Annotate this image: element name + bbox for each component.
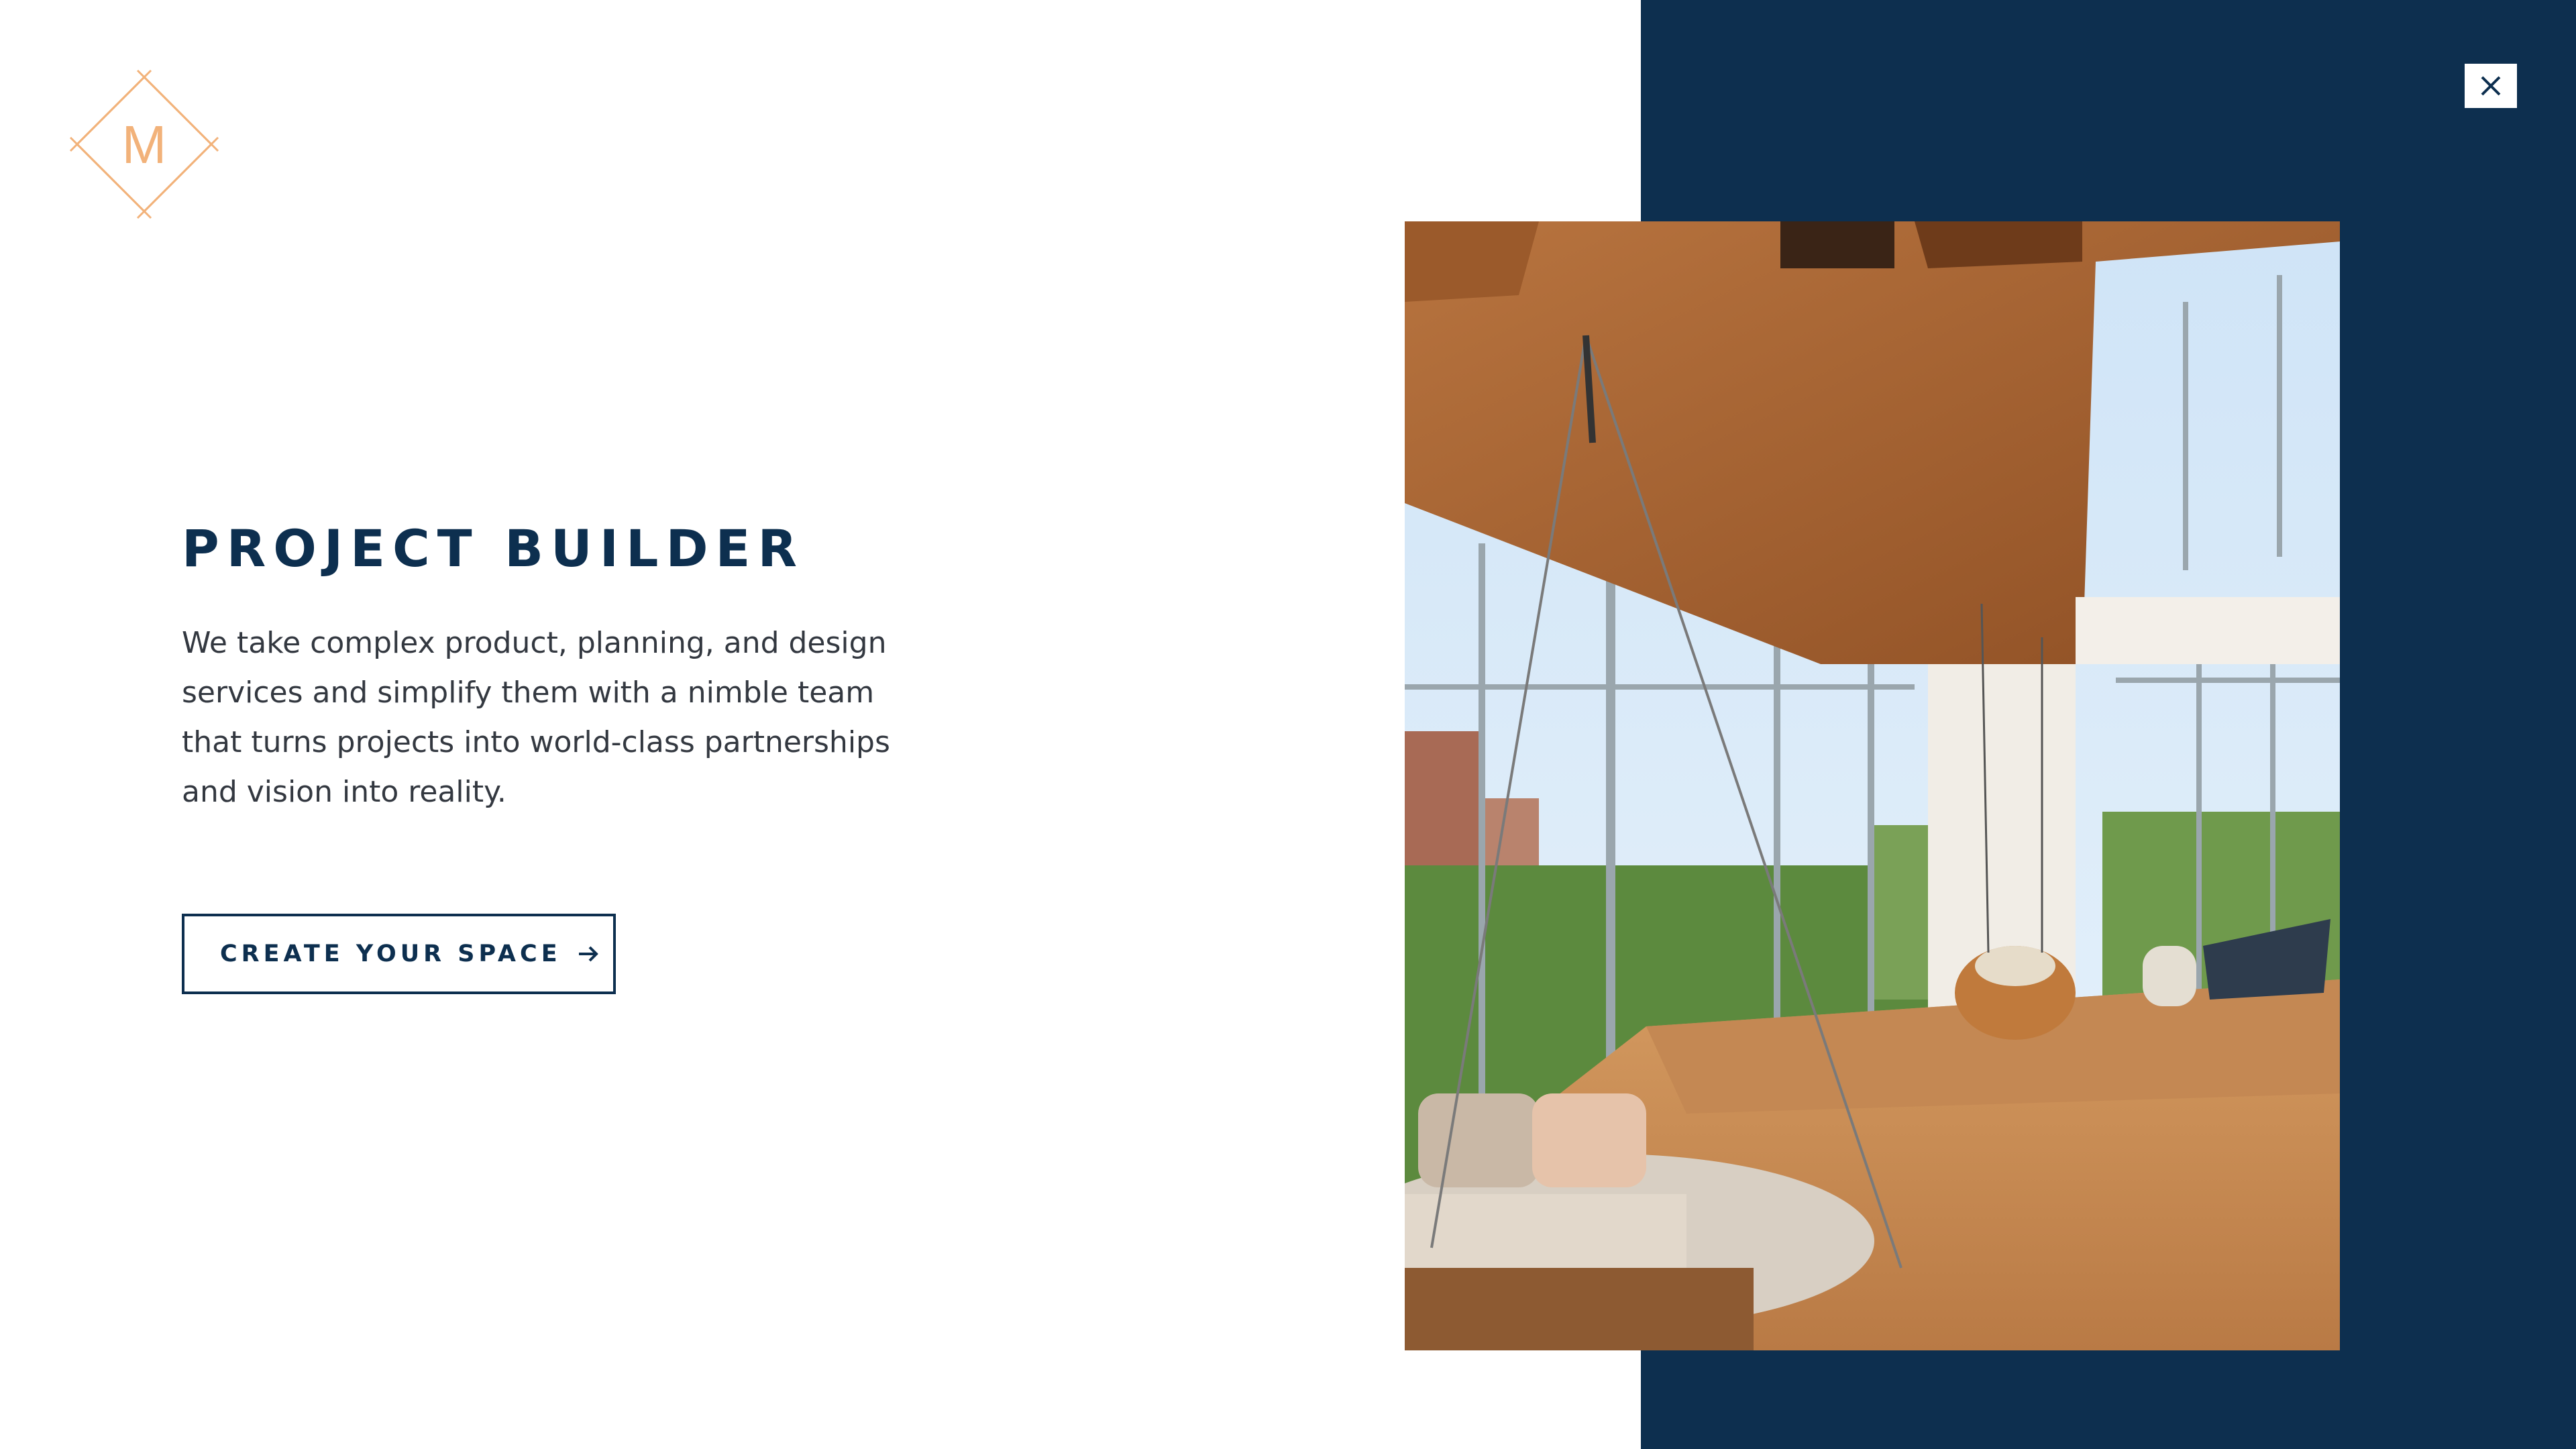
close-button[interactable] [2465,64,2517,108]
arrow-right-icon [576,942,600,966]
description-line: that turns projects into world-class par… [182,725,890,759]
brand-logo: M [64,64,225,225]
create-your-space-button[interactable]: CREATE YOUR SPACE [182,914,616,994]
diamond-m-logo-icon: M [69,69,219,219]
close-icon [2481,76,2501,96]
description-line: and vision into reality. [182,775,506,809]
page-title: PROJECT BUILDER [182,519,804,578]
description-line: services and simplify them with a nimble… [182,676,875,710]
cta-label: CREATE YOUR SPACE [220,941,561,967]
interior-photo [1405,221,2340,1350]
hero-description: We take complex product, planning, and d… [182,619,933,817]
logo-letter: M [122,115,167,174]
description-line: We take complex product, planning, and d… [182,626,887,660]
